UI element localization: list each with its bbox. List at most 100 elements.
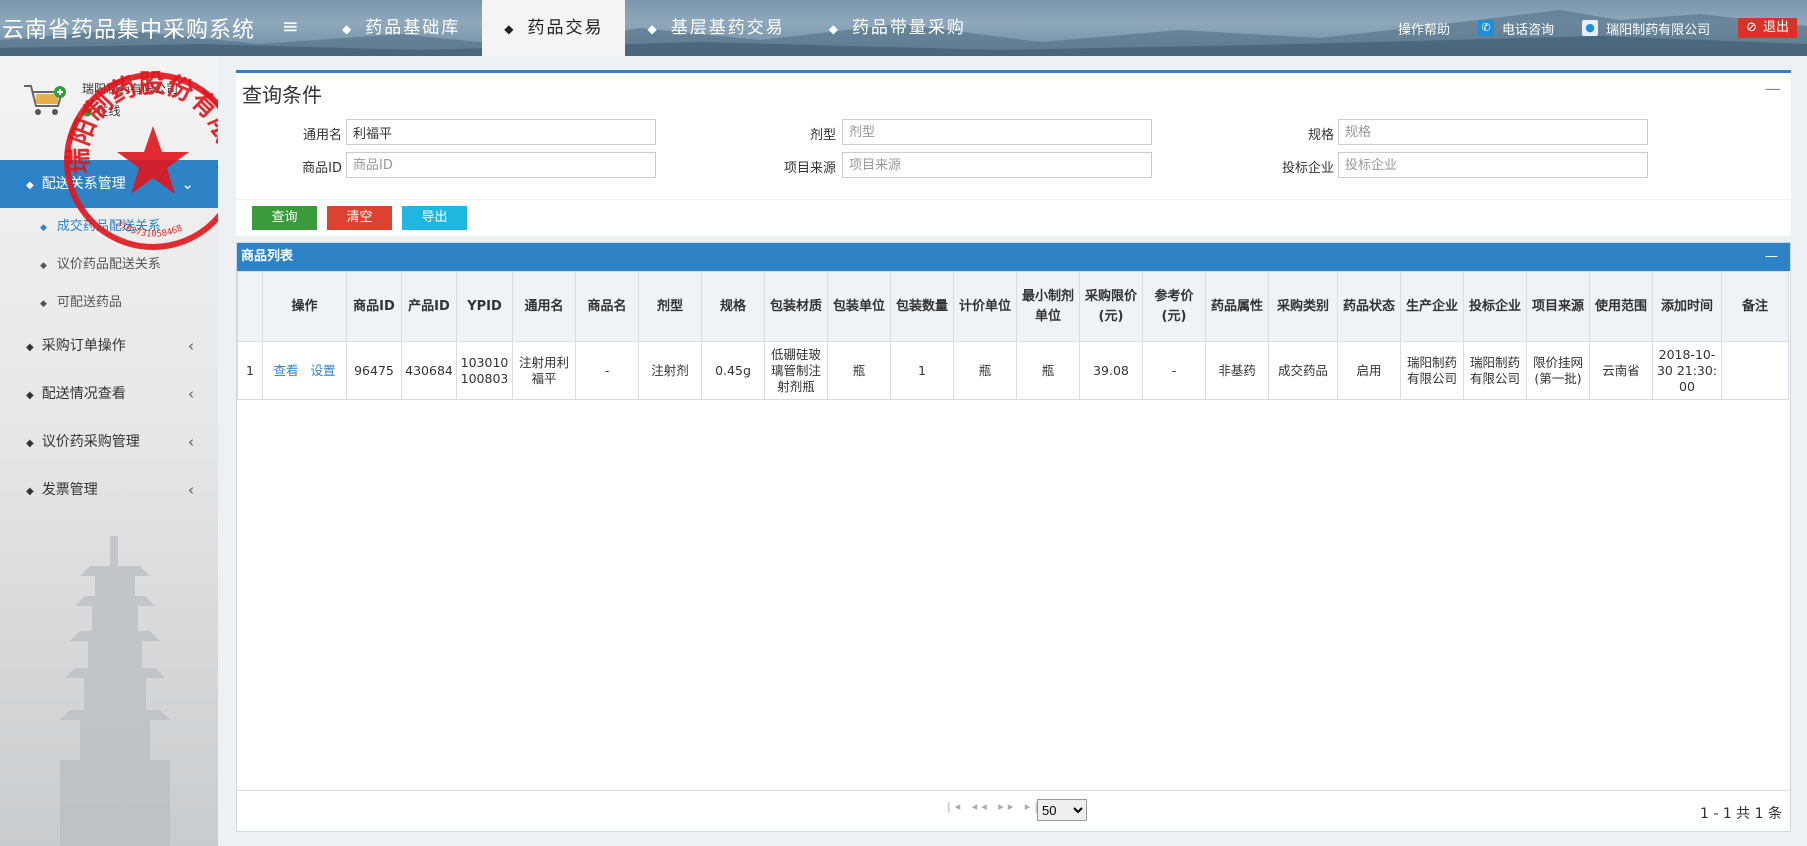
product-table: 操作 商品ID 产品ID YPID 通用名 商品名 剂型 规格 包装材质 包装单… — [237, 271, 1789, 400]
pagoda-background-image — [60, 536, 170, 846]
menu-toggle-icon[interactable]: ≡ — [282, 14, 299, 38]
table-cell: - — [1142, 341, 1206, 400]
phone-icon: ✆ — [1478, 20, 1495, 36]
table-cell: 非基药 — [1205, 341, 1269, 400]
table-cell: 瑞阳制药有限公司 — [1463, 341, 1527, 400]
page-size-select[interactable]: 50 — [1037, 799, 1087, 821]
sidebar-item-invoice[interactable]: ◆ 发票管理 ‹ — [0, 466, 218, 514]
dosage-form-input[interactable] — [842, 119, 1152, 145]
table-row[interactable]: 1 查看 设置 96475 430684 103010100803 注射用利福平… — [237, 341, 1789, 400]
col-header[interactable]: 投标企业 — [1463, 271, 1527, 342]
tab-basic-drug-trade[interactable]: ◆ 基层基药交易 — [625, 0, 806, 56]
col-header[interactable]: 采购类别 — [1268, 271, 1338, 342]
spec-input[interactable] — [1338, 119, 1648, 145]
product-list-header: 商品列表 — — [237, 243, 1790, 271]
col-header[interactable]: 生产企业 — [1400, 271, 1464, 342]
col-header[interactable]: 参考价(元) — [1142, 271, 1206, 342]
table-cell: 注射用利福平 — [512, 341, 576, 400]
bid-company-input[interactable] — [1338, 152, 1648, 178]
col-header[interactable]: 药品状态 — [1337, 271, 1401, 342]
phone-link[interactable]: ✆ 电话咨询 — [1478, 19, 1554, 38]
col-header[interactable]: 使用范围 — [1589, 271, 1653, 342]
diamond-icon: ◆ — [26, 438, 34, 449]
spec-label: 规格 — [1307, 128, 1334, 143]
table-cell: 103010100803 — [456, 341, 513, 400]
col-header[interactable]: 操作 — [262, 271, 347, 342]
sidebar-item-order-ops[interactable]: ◆ 采购订单操作 ‹ — [0, 322, 218, 370]
view-link[interactable]: 查看 — [274, 363, 299, 378]
col-header[interactable]: 项目来源 — [1526, 271, 1590, 342]
diamond-icon: ◆ — [504, 22, 516, 36]
tab-volume-purchase[interactable]: ◆ 药品带量采购 — [807, 0, 988, 56]
query-panel-title: 查询条件 — [242, 83, 322, 107]
export-button[interactable]: 导出 — [402, 206, 467, 230]
col-header[interactable]: 包装单位 — [827, 271, 891, 342]
table-cell: 0.45g — [701, 341, 765, 400]
generic-name-input[interactable] — [346, 119, 656, 145]
user-menu[interactable]: ● 瑞阳制药有限公司 — [1582, 19, 1710, 38]
col-header[interactable]: 最小制剂单位 — [1016, 271, 1080, 342]
logout-button[interactable]: ⊘ 退出 — [1738, 18, 1797, 38]
logout-icon: ⊘ — [1746, 20, 1757, 35]
diamond-icon: ◆ — [647, 22, 659, 36]
diamond-icon: ◆ — [26, 486, 34, 497]
col-header[interactable]: YPID — [456, 271, 513, 342]
col-header[interactable]: 添加时间 — [1652, 271, 1722, 342]
col-header[interactable]: 剂型 — [638, 271, 702, 342]
top-bar: 云南省药品集中采购系统 ≡ ◆ 药品基础库 ◆ 药品交易 ◆ 基层基药交易 ◆ 药品带量… — [0, 0, 1807, 56]
svg-text:3703731058468: 3703731058468 — [114, 219, 184, 240]
table-cell: 成交药品 — [1268, 341, 1338, 400]
table-cell: 限价挂网(第一批) — [1526, 341, 1590, 400]
sidebar-item-delivery-status[interactable]: ◆ 配送情况查看 ‹ — [0, 370, 218, 418]
col-header[interactable]: 采购限价(元) — [1079, 271, 1143, 342]
col-header[interactable]: 包装材质 — [764, 271, 828, 342]
table-cell: - — [575, 341, 639, 400]
setup-link[interactable]: 设置 — [310, 363, 335, 378]
bid-company-label: 投标企业 — [1281, 161, 1334, 176]
pager-nav-arrows[interactable]: |◂ ◂◂ ▸▸ ▸| — [947, 800, 1042, 813]
col-header[interactable]: 商品名 — [575, 271, 639, 342]
tab-drug-trade[interactable]: ◆ 药品交易 — [482, 0, 626, 56]
diamond-icon: ◆ — [40, 299, 47, 309]
table-cell: 低硼硅玻璃管制注射剂瓶 — [764, 341, 828, 400]
table-cell: 430684 — [401, 341, 457, 400]
action-bar: 查询 清空 导出 — [236, 200, 1791, 236]
col-header[interactable]: 包装数量 — [890, 271, 954, 342]
col-header[interactable]: 计价单位 — [953, 271, 1017, 342]
table-cell: 云南省 — [1589, 341, 1653, 400]
table-cell: 瑞阳制药有限公司 — [1400, 341, 1464, 400]
tab-drug-base[interactable]: ◆ 药品基础库 — [320, 0, 482, 56]
col-header[interactable]: 通用名 — [512, 271, 576, 342]
diamond-icon: ◆ — [26, 390, 34, 401]
dosage-form-label: 剂型 — [809, 128, 836, 143]
sidebar-subitem-deliverable-drugs[interactable]: ◆ 可配送药品 — [0, 284, 218, 322]
col-header[interactable]: 药品属性 — [1205, 271, 1269, 342]
project-source-input[interactable] — [842, 152, 1152, 178]
table-cell: 注射剂 — [638, 341, 702, 400]
col-header[interactable]: 产品ID — [401, 271, 457, 342]
table-cell: 瓶 — [1016, 341, 1080, 400]
collapse-icon[interactable]: — — [1765, 79, 1781, 98]
table-cell: 2018-10-30 21:30:00 — [1652, 341, 1722, 400]
project-source-label: 项目来源 — [783, 161, 836, 176]
sidebar-item-negotiated-purchase[interactable]: ◆ 议价药采购管理 ‹ — [0, 418, 218, 466]
col-header[interactable]: 商品ID — [346, 271, 402, 342]
col-header[interactable]: 备注 — [1721, 271, 1789, 342]
diamond-icon: ◆ — [26, 180, 34, 191]
diamond-icon: ◆ — [40, 261, 47, 271]
app-title: 云南省药品集中采购系统 — [2, 18, 256, 43]
help-link[interactable]: 操作帮助 — [1398, 19, 1450, 38]
row-actions: 查看 设置 — [262, 341, 347, 400]
table-cell: 启用 — [1337, 341, 1401, 400]
pagination: |◂ ◂◂ ▸▸ ▸| 50 1 - 1 共 1 条 — [237, 790, 1790, 831]
query-button[interactable]: 查询 — [252, 206, 317, 230]
chevron-left-icon: ‹ — [188, 433, 194, 451]
clear-button[interactable]: 清空 — [327, 206, 392, 230]
collapse-icon[interactable]: — — [1765, 243, 1778, 271]
user-icon: ● — [1582, 20, 1599, 36]
col-header[interactable]: 规格 — [701, 271, 765, 342]
table-cell — [1721, 341, 1789, 400]
product-id-input[interactable] — [346, 152, 656, 178]
product-list-panel: 商品列表 — 操作 商品ID 产品ID YPID 通用名 商品名 剂型 规格 包… — [236, 242, 1791, 832]
chevron-left-icon: ‹ — [188, 337, 194, 355]
